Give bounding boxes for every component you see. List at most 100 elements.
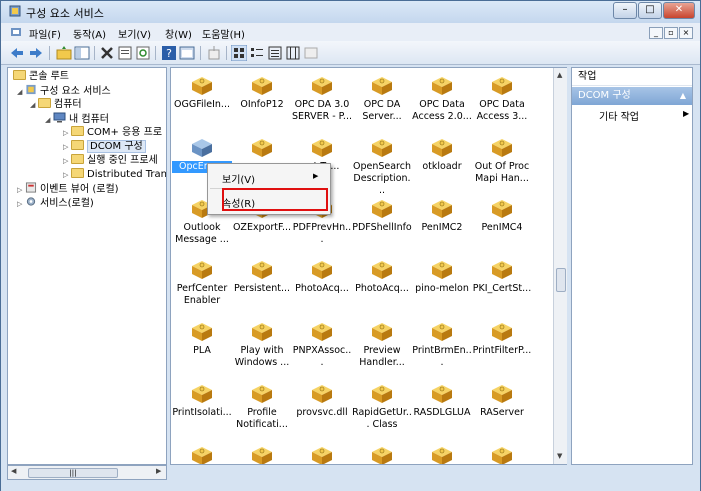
list-item[interactable]: Play with Windows ...	[232, 322, 292, 369]
mdi-minimize-button[interactable]: _	[649, 27, 663, 39]
scroll-up-arrow-icon[interactable]: ▲	[557, 71, 562, 79]
tree-item-event-viewer[interactable]: ▷ 이벤트 뷰어 (로컬)	[17, 182, 119, 196]
list-item[interactable]: PrintFilterP...	[472, 322, 532, 357]
list-item[interactable]	[412, 446, 472, 464]
list-item[interactable]: RapidGetUr... Class	[352, 384, 412, 431]
list-item[interactable]: PKI_CertSt...	[472, 260, 532, 295]
list-item[interactable]: OPC Data Access 2.0...	[412, 76, 472, 123]
list-item[interactable]: otkloadr	[412, 138, 472, 173]
tree-item-component-services[interactable]: ◢ 구성 요소 서비스	[17, 84, 111, 98]
list-item[interactable]: PhotoAcq...	[292, 260, 352, 295]
maximize-button[interactable]: □	[638, 2, 662, 19]
list-item[interactable]: RASDLGLUA	[412, 384, 472, 419]
list-item[interactable]: Persistent...	[232, 260, 292, 295]
back-arrow-icon[interactable]	[9, 45, 25, 61]
actions-header: 작업	[572, 68, 692, 86]
minimize-button[interactable]: –	[613, 2, 637, 19]
list-item[interactable]: OPC Data Access 3...	[472, 76, 532, 123]
up-folder-icon[interactable]	[56, 45, 72, 61]
tree-horizontal-scrollbar[interactable]: ◀ ||| ▶	[7, 465, 167, 480]
small-icons-view-icon[interactable]	[249, 45, 265, 61]
expand-arrow-icon[interactable]: ▷	[63, 154, 71, 168]
submenu-arrow-icon[interactable]: ▶	[683, 109, 689, 118]
list-item[interactable]: PNPXAssoc...	[292, 322, 352, 369]
mmc-window-icon[interactable]	[179, 45, 195, 61]
list-item[interactable]: OInfoP12	[232, 76, 292, 111]
list-item[interactable]	[232, 138, 292, 161]
menu-help[interactable]: 도움말(H)	[202, 26, 245, 41]
console-tree: 콘솔 루트 ◢ 구성 요소 서비스 ◢ 컴퓨터 ◢ 내 컴퓨터 ▷ COM+ 응용 프로…	[7, 67, 167, 465]
mdi-close-button[interactable]: ×	[679, 27, 693, 39]
scroll-left-arrow-icon[interactable]: ◀	[11, 467, 16, 475]
list-view-icon[interactable]	[267, 45, 283, 61]
list-item[interactable]: Preview Handler...	[352, 322, 412, 369]
tree-item-dcom-config[interactable]: ▷ DCOM 구성	[63, 140, 146, 154]
list-item[interactable]: OPC DA Server...	[352, 76, 412, 123]
help-icon[interactable]: ?	[161, 45, 177, 61]
expand-arrow-icon[interactable]: ▷	[17, 183, 25, 197]
list-item[interactable]: provsvc.dll	[292, 384, 352, 419]
context-menu-view[interactable]: 보기(V)	[222, 171, 255, 186]
show-hide-tree-icon[interactable]	[74, 45, 90, 61]
list-item-label: PenIMC4	[481, 222, 523, 233]
list-item[interactable]: PenIMC4	[472, 199, 532, 234]
list-item[interactable]: PenIMC2	[412, 199, 472, 234]
list-item[interactable]	[472, 446, 532, 464]
tree-item-com-plus[interactable]: ▷ COM+ 응용 프로	[63, 126, 162, 140]
scroll-thumb[interactable]	[556, 268, 566, 292]
tree-item-my-computer[interactable]: ◢ 내 컴퓨터	[45, 112, 109, 126]
scroll-thumb[interactable]: |||	[28, 468, 118, 478]
filter-view-icon[interactable]	[303, 45, 319, 61]
list-item[interactable]: PerfCenter Enabler	[172, 260, 232, 307]
list-item[interactable]: PLA	[172, 322, 232, 357]
collapse-arrow-icon[interactable]: ◢	[17, 85, 25, 99]
delete-icon[interactable]	[99, 45, 115, 61]
action-more-actions[interactable]: 기타 작업	[599, 108, 639, 123]
list-item[interactable]	[172, 446, 232, 464]
list-vertical-scrollbar[interactable]: ▲ ▼	[553, 68, 567, 464]
tree-item-services-local[interactable]: ▷ 서비스(로컬)	[17, 196, 94, 210]
expand-arrow-icon[interactable]: ▷	[63, 126, 71, 140]
expand-arrow-icon[interactable]: ▷	[63, 168, 71, 182]
dcom-app-icon	[431, 384, 453, 404]
close-button[interactable]: ✕	[663, 2, 695, 19]
list-item[interactable]: Out Of Proc Mapi Han...	[472, 138, 532, 185]
list-item[interactable]: PrintBrmEn...	[412, 322, 472, 369]
list-item[interactable]	[232, 446, 292, 464]
export-list-icon[interactable]	[206, 45, 222, 61]
scroll-right-arrow-icon[interactable]: ▶	[156, 467, 161, 475]
list-item[interactable]	[292, 446, 352, 464]
list-item[interactable]: PDFShellInfo	[352, 199, 412, 234]
tree-item-console-root[interactable]: 콘솔 루트	[13, 70, 69, 84]
list-item[interactable]	[352, 446, 412, 464]
tree-item-running-processes[interactable]: ▷ 실행 중인 프로세	[63, 154, 158, 168]
menu-view[interactable]: 보기(V)	[118, 26, 151, 41]
expand-arrow-icon[interactable]: ▷	[17, 197, 25, 211]
refresh-icon[interactable]	[135, 45, 151, 61]
detail-view-icon[interactable]	[285, 45, 301, 61]
mdi-restore-button[interactable]: ▫	[664, 27, 678, 39]
properties-icon[interactable]	[117, 45, 133, 61]
collapse-arrow-icon[interactable]: ◢	[30, 98, 38, 112]
menu-action[interactable]: 동작(A)	[73, 26, 106, 41]
tree-item-distributed-transaction[interactable]: ▷ Distributed Trans	[63, 168, 166, 182]
expand-arrow-icon[interactable]: ▷	[63, 140, 71, 154]
actions-group-dcom[interactable]: DCOM 구성 ▲	[572, 87, 692, 105]
list-item[interactable]: PrintIsolati...	[172, 384, 232, 419]
list-item[interactable]: OGGFileIn...	[172, 76, 232, 111]
list-item[interactable]: Profile Notificati...	[232, 384, 292, 431]
tree-item-computers[interactable]: ◢ 컴퓨터	[30, 98, 82, 112]
large-icons-view-icon[interactable]	[231, 45, 247, 61]
folder-icon	[71, 140, 84, 150]
list-item[interactable]: OPC DA 3.0 SERVER - P...	[292, 76, 352, 123]
list-item[interactable]: RAServer	[472, 384, 532, 419]
collapse-arrow-icon[interactable]: ◢	[45, 113, 53, 127]
forward-arrow-icon[interactable]	[28, 45, 44, 61]
menu-file[interactable]: 파일(F)	[29, 26, 61, 41]
scroll-down-arrow-icon[interactable]: ▼	[557, 452, 562, 460]
list-item[interactable]: pino-melon	[412, 260, 472, 295]
list-item[interactable]: OpenSearch Description...	[352, 138, 412, 197]
list-item[interactable]: PhotoAcq...	[352, 260, 412, 295]
menu-window[interactable]: 창(W)	[165, 26, 192, 41]
collapse-arrow-icon[interactable]: ▲	[680, 87, 686, 105]
